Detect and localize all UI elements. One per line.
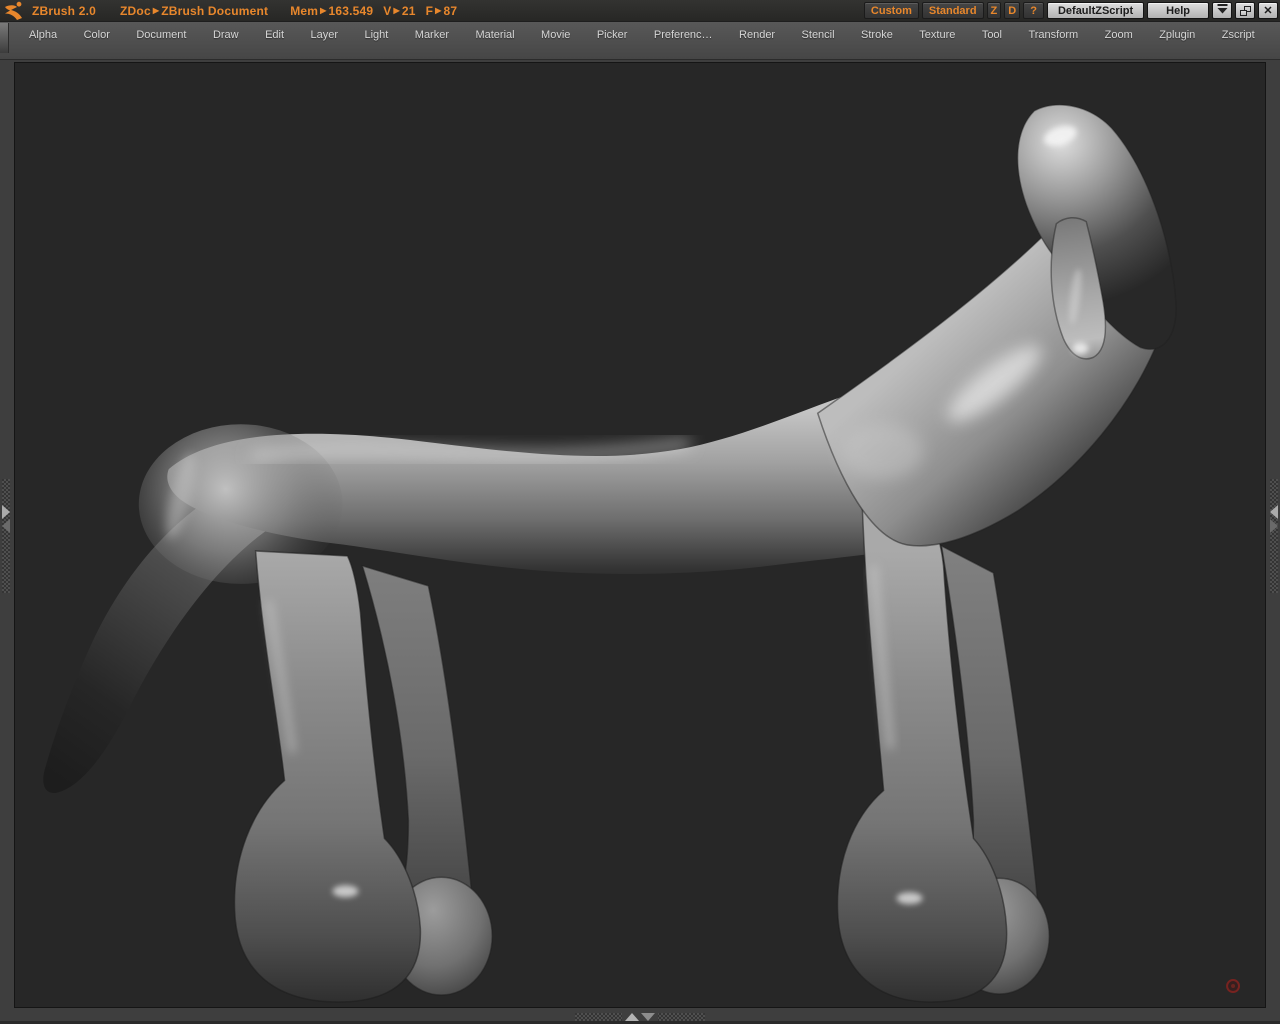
mem-stat: Mem ▶ 163.549: [290, 3, 374, 18]
quick-help-button[interactable]: ?: [1023, 2, 1044, 19]
menu-item-marker[interactable]: Marker: [412, 27, 452, 43]
doc-name: ZBrush Document: [161, 3, 269, 18]
canvas-marker-dot: [1226, 979, 1241, 994]
triangle-sep-icon: ▶: [320, 5, 327, 15]
bottom-tray-handle[interactable]: [575, 1013, 705, 1021]
app-title: ZBrush 2.0: [32, 3, 97, 18]
triangle-sep-icon: ▶: [152, 5, 160, 15]
menu-item-picker[interactable]: Picker: [594, 27, 631, 43]
title-bar-left: ZBrush 2.0 ZDoc ▶ ZBrush Document Mem ▶ 163.…: [2, 1, 465, 21]
menu-item-color[interactable]: Color: [81, 27, 113, 43]
restore-button[interactable]: [1235, 2, 1255, 19]
close-icon: ✕: [1263, 5, 1273, 17]
help-button[interactable]: Help: [1147, 2, 1209, 19]
workspace-frame: [0, 59, 1280, 1024]
title-bar-buttons: Custom Standard Z D ? DefaultZScript Hel…: [863, 2, 1278, 19]
menu-item-edit[interactable]: Edit: [262, 27, 287, 43]
default-zscript-button[interactable]: DefaultZScript: [1046, 2, 1145, 19]
right-tray-handle[interactable]: [1270, 479, 1278, 593]
menu-item-movie[interactable]: Movie: [538, 27, 573, 43]
menu-item-stencil[interactable]: Stencil: [799, 27, 838, 43]
restore-window-icon: [1239, 5, 1251, 16]
left-tray-handle[interactable]: [2, 479, 10, 593]
menu-item-preferenc[interactable]: Preferenc…: [651, 27, 716, 43]
status-stats: Mem ▶ 163.549 V ▶ 21 F ▶ 87: [290, 4, 465, 18]
menu-item-draw[interactable]: Draw: [210, 27, 242, 43]
standard-ui-button[interactable]: Standard: [921, 2, 984, 19]
minimize-icon: [1217, 4, 1228, 17]
left-tray-arrows-icon: [2, 505, 10, 533]
creature-model[interactable]: [15, 63, 1265, 1007]
d-mode-button[interactable]: D: [1004, 2, 1021, 19]
triangle-sep-icon: ▶: [393, 5, 400, 15]
menu-item-zscript[interactable]: Zscript: [1219, 27, 1258, 43]
bottom-tray-arrows-icon: [622, 1013, 658, 1021]
views-stat: V ▶ 21: [383, 3, 416, 18]
menu-item-layer[interactable]: Layer: [307, 27, 341, 43]
minimize-button[interactable]: [1212, 2, 1232, 19]
triangle-sep-icon: ▶: [435, 5, 442, 15]
custom-ui-button[interactable]: Custom: [863, 2, 919, 19]
close-button[interactable]: ✕: [1258, 2, 1278, 19]
menu-item-alpha[interactable]: Alpha: [26, 27, 60, 43]
frames-stat: F ▶ 87: [425, 3, 458, 18]
menu-item-tool[interactable]: Tool: [979, 27, 1005, 43]
menu-item-stroke[interactable]: Stroke: [858, 27, 896, 43]
menu-item-zoom[interactable]: Zoom: [1102, 27, 1136, 43]
menu-item-transform[interactable]: Transform: [1025, 27, 1081, 43]
zbrush-logo-icon: [2, 1, 26, 21]
menu-item-document[interactable]: Document: [133, 27, 189, 43]
menu-item-material[interactable]: Material: [472, 27, 517, 43]
zbrush-window: ZBrush 2.0 ZDoc ▶ ZBrush Document Mem ▶ 163.…: [0, 0, 1280, 1024]
menu-item-light[interactable]: Light: [361, 27, 391, 43]
document-title: ZDoc ▶ ZBrush Document: [120, 4, 268, 18]
doc-label: ZDoc: [120, 3, 151, 18]
document-canvas[interactable]: [14, 62, 1266, 1008]
title-bar: ZBrush 2.0 ZDoc ▶ ZBrush Document Mem ▶ 163.…: [0, 0, 1280, 21]
z-mode-button[interactable]: Z: [986, 2, 1002, 19]
menu-item-zplugin[interactable]: Zplugin: [1156, 27, 1198, 43]
menu-item-render[interactable]: Render: [736, 27, 778, 43]
menu-bar: Alpha Color Document Draw Edit Layer Lig…: [0, 21, 1280, 59]
left-tray-bevel: [0, 23, 9, 53]
right-tray-arrows-icon: [1270, 505, 1278, 533]
menu-item-texture[interactable]: Texture: [916, 27, 958, 43]
